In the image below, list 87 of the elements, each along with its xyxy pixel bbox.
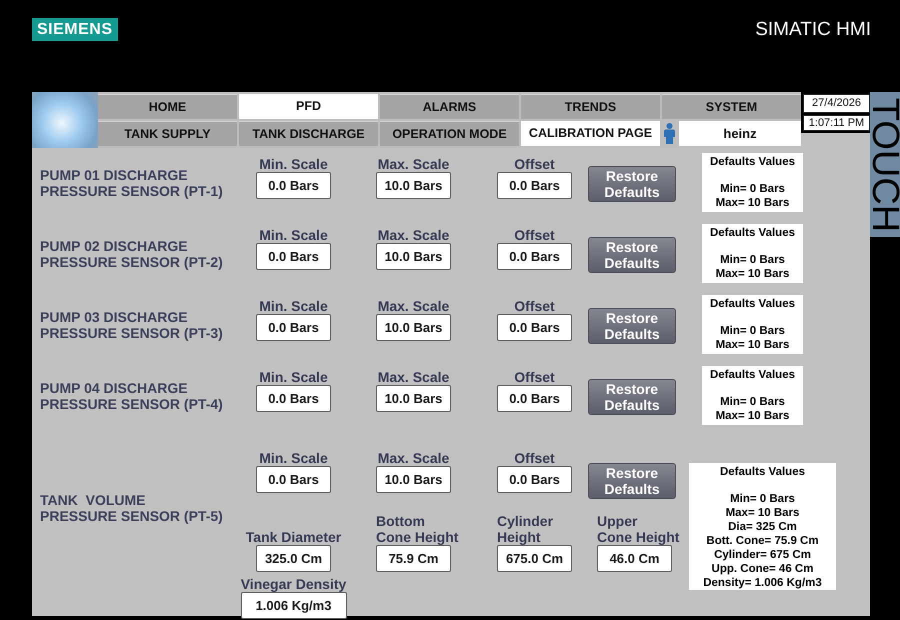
defaults-line: Density= 1.006 Kg/m3 xyxy=(703,576,822,590)
defaults-title: Defaults Values xyxy=(710,226,795,240)
defaults-line: Min= 0 Bars xyxy=(730,492,795,506)
sensor-title: PUMP 01 DISCHARGE PRESSURE SENSOR (PT-1) xyxy=(40,167,224,199)
defaults-title: Defaults Values xyxy=(710,297,795,311)
time-display: 1:07:11 PM xyxy=(803,115,870,131)
value-field[interactable]: 0.0 Bars xyxy=(256,172,331,199)
restore-defaults-button[interactable]: Restore Defaults xyxy=(588,308,676,344)
field-label: Vinegar Density xyxy=(240,576,346,592)
nav-tab[interactable]: TRENDS xyxy=(521,94,660,119)
field-label: Min. Scale xyxy=(259,369,328,385)
value-field[interactable]: 10.0 Bars xyxy=(376,385,451,412)
value-field[interactable]: 75.9 Cm xyxy=(376,545,451,572)
defaults-line: Bott. Cone= 75.9 Cm xyxy=(706,534,819,548)
field-label: Min. Scale xyxy=(259,450,328,466)
value-field[interactable]: 0.0 Bars xyxy=(256,243,331,270)
field-label: Max. Scale xyxy=(378,298,450,314)
defaults-line: Max= 10 Bars xyxy=(716,409,790,423)
sensor-title: TANK VOLUME PRESSURE SENSOR (PT-5) xyxy=(40,492,224,524)
brand-logo: SIEMENS xyxy=(32,18,118,41)
value-field[interactable]: 675.0 Cm xyxy=(497,545,572,572)
field-label: Min. Scale xyxy=(259,298,328,314)
field-label: Offset xyxy=(514,450,555,466)
field-label: Bottom Cone Height xyxy=(376,513,458,545)
defaults-line: Max= 10 Bars xyxy=(716,196,790,210)
field-label: Offset xyxy=(514,227,555,243)
value-field[interactable]: 0.0 Bars xyxy=(256,385,331,412)
defaults-title: Defaults Values xyxy=(710,368,795,382)
defaults-title: Defaults Values xyxy=(710,155,795,169)
value-field[interactable]: 0.0 Bars xyxy=(256,314,331,341)
value-field[interactable]: 0.0 Bars xyxy=(497,243,572,270)
nav-tab[interactable]: TANK DISCHARGE xyxy=(239,121,378,146)
value-field[interactable]: 0.0 Bars xyxy=(497,314,572,341)
value-field[interactable]: 0.0 Bars xyxy=(256,466,331,493)
defaults-title: Defaults Values xyxy=(720,465,805,479)
user-icon xyxy=(664,123,675,144)
value-field[interactable]: 10.0 Bars xyxy=(376,466,451,493)
defaults-line: Min= 0 Bars xyxy=(720,324,785,338)
field-label: Tank Diameter xyxy=(246,529,342,545)
restore-defaults-button[interactable]: Restore Defaults xyxy=(588,379,676,415)
nav-tab[interactable]: PFD xyxy=(239,94,378,119)
field-label: Upper Cone Height xyxy=(597,513,680,545)
field-label: Offset xyxy=(514,369,555,385)
defaults-line: Dia= 325 Cm xyxy=(728,520,797,534)
value-field[interactable]: 1.006 Kg/m3 xyxy=(240,592,346,619)
defaults-line: Min= 0 Bars xyxy=(720,182,785,196)
field-label: Min. Scale xyxy=(259,227,328,243)
field-label: Max. Scale xyxy=(378,450,450,466)
user-name-field: heinz xyxy=(679,121,801,146)
defaults-line: Min= 0 Bars xyxy=(720,395,785,409)
defaults-line: Max= 10 Bars xyxy=(716,338,790,352)
nav-tab[interactable]: ALARMS xyxy=(380,94,519,119)
nav-tab[interactable]: SYSTEM xyxy=(662,94,801,119)
value-field[interactable]: 10.0 Bars xyxy=(376,172,451,199)
sensor-title: PUMP 04 DISCHARGE PRESSURE SENSOR (PT-4) xyxy=(40,380,224,412)
value-field[interactable]: 46.0 Cm xyxy=(597,545,672,572)
value-field[interactable]: 0.0 Bars xyxy=(497,385,572,412)
defaults-line: Max= 10 Bars xyxy=(726,506,800,520)
sensor-title: PUMP 03 DISCHARGE PRESSURE SENSOR (PT-3) xyxy=(40,309,224,341)
date-display: 27/4/2026 xyxy=(803,94,870,113)
value-field[interactable]: 10.0 Bars xyxy=(376,314,451,341)
defaults-line: Max= 10 Bars xyxy=(716,267,790,281)
restore-defaults-button[interactable]: Restore Defaults xyxy=(588,166,676,202)
field-label: Offset xyxy=(514,156,555,172)
image-placeholder xyxy=(32,92,98,148)
sensor-title: PUMP 02 DISCHARGE PRESSURE SENSOR (PT-2) xyxy=(40,238,224,270)
product-title: SIMATIC HMI xyxy=(755,19,871,41)
defaults-line: Cylinder= 675 Cm xyxy=(714,548,811,562)
field-label: Max. Scale xyxy=(378,369,450,385)
nav-tab[interactable]: OPERATION MODE xyxy=(380,121,519,146)
value-field[interactable]: 10.0 Bars xyxy=(376,243,451,270)
value-field[interactable]: 325.0 Cm xyxy=(256,545,331,572)
defaults-line: Min= 0 Bars xyxy=(720,253,785,267)
value-field[interactable]: 0.0 Bars xyxy=(497,466,572,493)
restore-defaults-button[interactable]: Restore Defaults xyxy=(588,237,676,273)
nav-tab[interactable]: CALIBRATION PAGE xyxy=(521,121,660,146)
value-field[interactable]: 0.0 Bars xyxy=(497,172,572,199)
side-tab[interactable]: TOUCH xyxy=(870,92,900,237)
field-label: Offset xyxy=(514,298,555,314)
field-label: Min. Scale xyxy=(259,156,328,172)
defaults-line: Upp. Cone= 46 Cm xyxy=(712,562,814,576)
field-label: Max. Scale xyxy=(378,156,450,172)
nav-tab[interactable]: TANK SUPPLY xyxy=(98,121,237,146)
field-label: Max. Scale xyxy=(378,227,450,243)
restore-defaults-button[interactable]: Restore Defaults xyxy=(588,463,676,499)
field-label: Cylinder Height xyxy=(497,513,554,545)
nav-tab[interactable]: HOME xyxy=(98,94,237,119)
